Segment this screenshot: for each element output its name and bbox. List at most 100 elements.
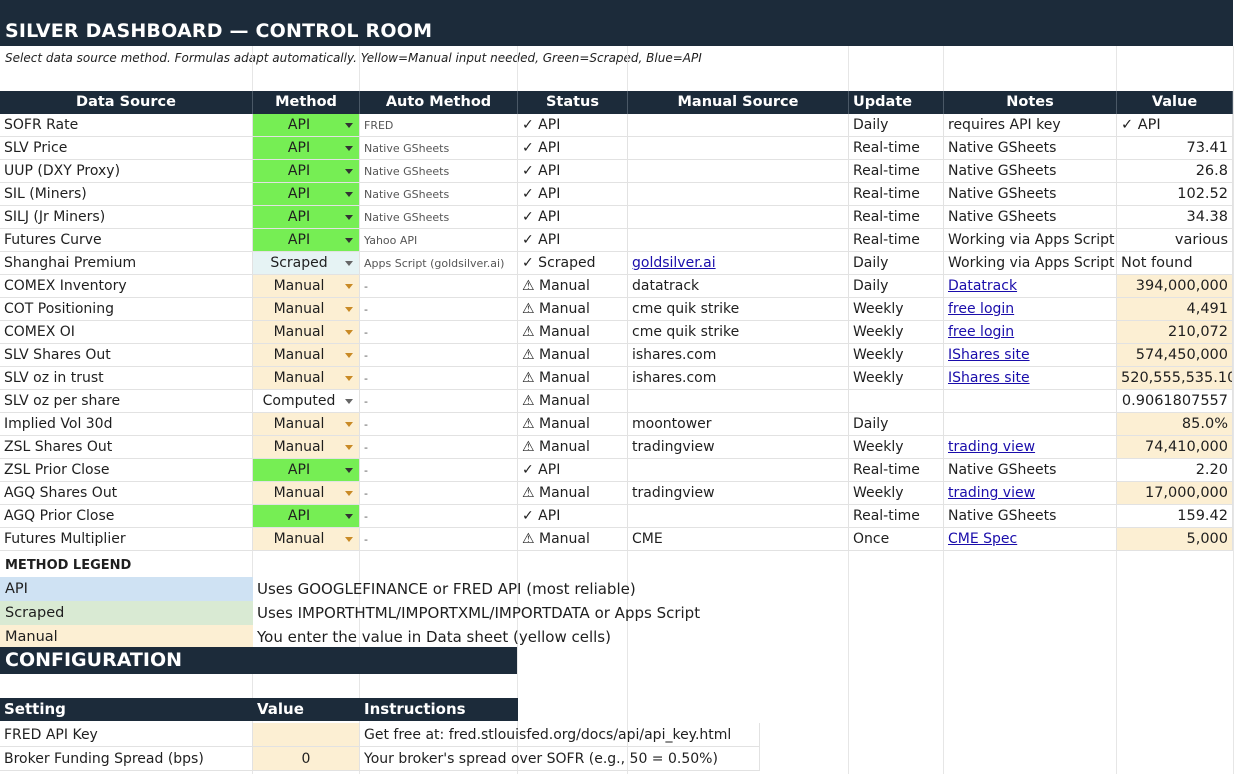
- column-header-manual-source[interactable]: Manual Source: [628, 91, 849, 114]
- cell-notes[interactable]: free login: [944, 298, 1117, 321]
- notes-link[interactable]: trading view: [948, 485, 1035, 501]
- notes-link[interactable]: free login: [948, 301, 1014, 317]
- method-dropdown[interactable]: Manual: [253, 482, 360, 505]
- method-dropdown[interactable]: Scraped: [253, 252, 360, 275]
- cell-notes[interactable]: IShares site: [944, 367, 1117, 390]
- chevron-down-icon[interactable]: [345, 284, 353, 289]
- cell-notes[interactable]: IShares site: [944, 344, 1117, 367]
- cell-notes[interactable]: free login: [944, 321, 1117, 344]
- cell-auto-method: -: [360, 436, 518, 459]
- notes-link[interactable]: CME Spec: [948, 531, 1017, 547]
- column-header-status[interactable]: Status: [518, 91, 628, 114]
- cell-notes[interactable]: CME Spec: [944, 528, 1117, 551]
- method-dropdown[interactable]: API: [253, 183, 360, 206]
- method-dropdown[interactable]: API: [253, 160, 360, 183]
- chevron-down-icon[interactable]: [345, 468, 353, 473]
- legend-description: You enter the value in Data sheet (yello…: [257, 628, 611, 646]
- chevron-down-icon[interactable]: [345, 491, 353, 496]
- method-value: Computed: [262, 393, 336, 409]
- chevron-down-icon[interactable]: [345, 537, 353, 542]
- cell-update-freq: Real-time: [849, 505, 944, 528]
- method-dropdown[interactable]: Manual: [253, 344, 360, 367]
- chevron-down-icon[interactable]: [345, 330, 353, 335]
- cell-status: ⚠ Manual: [518, 298, 628, 321]
- method-dropdown[interactable]: API: [253, 459, 360, 482]
- method-value: Manual: [273, 531, 325, 547]
- config-value-input[interactable]: 0: [253, 747, 360, 771]
- cell-manual-source: cme quik strike: [628, 298, 849, 321]
- column-header-value[interactable]: Value: [1117, 91, 1233, 114]
- notes-link[interactable]: Datatrack: [948, 278, 1017, 294]
- cell-value[interactable]: 17,000,000: [1117, 482, 1233, 505]
- config-header-setting: Setting: [0, 698, 253, 721]
- column-header-data-source[interactable]: Data Source: [0, 91, 253, 114]
- cell-notes[interactable]: trading view: [944, 482, 1117, 505]
- cell-value[interactable]: 210,072: [1117, 321, 1233, 344]
- method-value: Manual: [273, 370, 325, 386]
- method-dropdown[interactable]: Manual: [253, 436, 360, 459]
- chevron-down-icon[interactable]: [345, 422, 353, 427]
- method-dropdown[interactable]: Manual: [253, 367, 360, 390]
- column-header-method[interactable]: Method: [253, 91, 360, 114]
- cell-value: 73.41: [1117, 137, 1233, 160]
- method-dropdown[interactable]: Manual: [253, 275, 360, 298]
- manual-source-link[interactable]: goldsilver.ai: [632, 255, 716, 271]
- chevron-down-icon[interactable]: [345, 215, 353, 220]
- table-row: COT Positioning Manual - ⚠ Manual cme quik s…: [0, 298, 1233, 321]
- chevron-down-icon[interactable]: [345, 192, 353, 197]
- cell-value: 26.8: [1117, 160, 1233, 183]
- chevron-down-icon[interactable]: [345, 146, 353, 151]
- cell-update-freq: Weekly: [849, 482, 944, 505]
- method-dropdown[interactable]: API: [253, 505, 360, 528]
- config-value-input[interactable]: [253, 723, 360, 747]
- cell-value[interactable]: 574,450,000: [1117, 344, 1233, 367]
- chevron-down-icon[interactable]: [345, 353, 353, 358]
- method-dropdown[interactable]: Manual: [253, 528, 360, 551]
- cell-value: 159.42: [1117, 505, 1233, 528]
- cell-value[interactable]: 394,000,000: [1117, 275, 1233, 298]
- method-dropdown[interactable]: API: [253, 137, 360, 160]
- cell-manual-source[interactable]: goldsilver.ai: [628, 252, 849, 275]
- chevron-down-icon[interactable]: [345, 307, 353, 312]
- notes-link[interactable]: IShares site: [948, 370, 1030, 386]
- table-row: COMEX Inventory Manual - ⚠ Manual datatrack D…: [0, 275, 1233, 298]
- chevron-down-icon[interactable]: [345, 514, 353, 519]
- method-dropdown[interactable]: Manual: [253, 321, 360, 344]
- cell-data-source: SLV oz per share: [0, 390, 253, 413]
- chevron-down-icon[interactable]: [345, 445, 353, 450]
- column-header-auto-method[interactable]: Auto Method: [360, 91, 518, 114]
- table-row: Futures Multiplier Manual - ⚠ Manual CME Once…: [0, 528, 1233, 551]
- method-dropdown[interactable]: API: [253, 114, 360, 137]
- cell-notes[interactable]: trading view: [944, 436, 1117, 459]
- cell-manual-source: ishares.com: [628, 344, 849, 367]
- method-dropdown[interactable]: Computed: [253, 390, 360, 413]
- cell-auto-method: Apps Script (goldsilver.ai): [360, 252, 518, 275]
- cell-value[interactable]: 5,000: [1117, 528, 1233, 551]
- cell-value[interactable]: 4,491: [1117, 298, 1233, 321]
- cell-notes: Working via Apps Script: [944, 252, 1117, 275]
- chevron-down-icon[interactable]: [345, 238, 353, 243]
- notes-link[interactable]: trading view: [948, 439, 1035, 455]
- chevron-down-icon[interactable]: [345, 399, 353, 404]
- method-dropdown[interactable]: API: [253, 229, 360, 252]
- method-dropdown[interactable]: Manual: [253, 413, 360, 436]
- cell-value[interactable]: 85.0%: [1117, 413, 1233, 436]
- notes-link[interactable]: IShares site: [948, 347, 1030, 363]
- cell-update-freq: Weekly: [849, 321, 944, 344]
- column-header-update-freq[interactable]: Update Freq: [849, 91, 944, 133]
- cell-value[interactable]: 74,410,000: [1117, 436, 1233, 459]
- cell-manual-source: [628, 183, 849, 206]
- notes-link[interactable]: free login: [948, 324, 1014, 340]
- method-dropdown[interactable]: Manual: [253, 298, 360, 321]
- method-value: Manual: [273, 416, 325, 432]
- column-header-notes[interactable]: Notes: [944, 91, 1117, 114]
- cell-value[interactable]: 520,555,535.10: [1117, 367, 1233, 390]
- chevron-down-icon[interactable]: [345, 261, 353, 266]
- chevron-down-icon[interactable]: [345, 169, 353, 174]
- cell-notes[interactable]: Datatrack: [944, 275, 1117, 298]
- cell-data-source: COMEX OI: [0, 321, 253, 344]
- chevron-down-icon[interactable]: [345, 376, 353, 381]
- cell-value: 34.38: [1117, 206, 1233, 229]
- method-dropdown[interactable]: API: [253, 206, 360, 229]
- chevron-down-icon[interactable]: [345, 123, 353, 128]
